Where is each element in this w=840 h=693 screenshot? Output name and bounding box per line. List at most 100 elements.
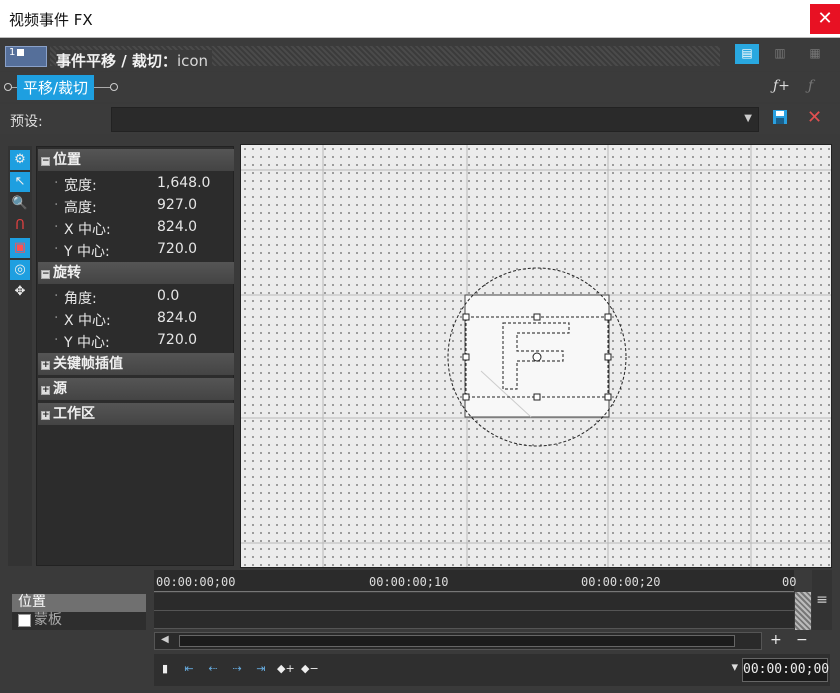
canvas-overlay [241, 145, 831, 567]
properties-panel: −位置 宽度:1,648.0 高度:927.0 X 中心:824.0 Y 中心:… [36, 146, 234, 566]
move-tool-icon[interactable]: ✥ [10, 282, 30, 302]
tool-strip: ⚙ ↖ 🔍 Ո ▣ ◎ ✥ [8, 146, 32, 566]
fx-chain-end-dot [110, 83, 118, 91]
keyframe-toolbar: ▮ ⇤ ⇠ ⇢ ⇥ ◆+ ◆− ▾ 00:00:00;00 [154, 654, 830, 686]
group-keyframe-title: 关键帧插值 [53, 356, 123, 372]
track-label-mask[interactable]: 蒙板 [12, 612, 146, 630]
preview-canvas[interactable] [240, 144, 832, 568]
track-lane-position[interactable] [154, 593, 794, 611]
group-workspace[interactable]: + 工作区 [38, 403, 234, 425]
view-grid-button[interactable]: ▦ [803, 44, 827, 64]
center-handle[interactable] [532, 352, 542, 362]
event-chip[interactable]: 1 [5, 46, 47, 67]
fx-disabled-icon[interactable]: ƒ [808, 78, 813, 94]
zoom-in-button[interactable]: + [770, 632, 782, 648]
timeline-ruler[interactable]: 00:00:00;00 00:00:00;10 00:00:00;20 00 [154, 570, 797, 592]
prop-height-value[interactable]: 927.0 [157, 197, 197, 213]
timeline-end-hatch [795, 592, 811, 630]
delete-preset-icon[interactable]: ✕ [807, 107, 822, 128]
window-title: 视频事件 FX [9, 11, 93, 29]
prop-width-value[interactable]: 1,648.0 [157, 175, 210, 191]
save-preset-icon[interactable] [772, 109, 788, 125]
preset-select[interactable]: ▼ [111, 107, 759, 132]
expand-icon[interactable]: + [41, 361, 50, 370]
track-label-position[interactable]: 位置 [12, 594, 146, 612]
prop-rot-x-center-value[interactable]: 824.0 [157, 310, 197, 326]
expand-icon[interactable]: + [41, 411, 50, 420]
group-rotation-title: 旋转 [53, 265, 81, 281]
group-source-title: 源 [53, 381, 67, 397]
group-source[interactable]: + 源 [38, 378, 234, 400]
snap-magnet-icon[interactable]: Ո [10, 216, 30, 236]
cursor-pin-icon: ▾ [731, 660, 738, 675]
prop-row-y-center[interactable]: Y 中心: 720.0 [38, 238, 234, 260]
prop-x-center-name: X 中心: [54, 219, 111, 239]
prop-row-width[interactable]: 宽度: 1,648.0 [38, 172, 234, 194]
scroll-left-icon[interactable]: ◀ [161, 634, 169, 645]
zoom-out-button[interactable]: − [796, 632, 808, 648]
prop-rot-y-center-value[interactable]: 720.0 [157, 332, 197, 348]
group-rotation[interactable]: − 旋转 [38, 262, 234, 284]
prop-angle-name: 角度: [54, 288, 97, 308]
add-keyframe-icon[interactable]: ◆+ [277, 661, 295, 677]
prop-row-angle[interactable]: 角度: 0.0 [38, 285, 234, 307]
prev-keyframe-icon[interactable]: ⇠ [205, 661, 221, 677]
settings-tool-icon[interactable]: ⚙ [10, 150, 30, 170]
scale-center-icon[interactable]: ◎ [10, 260, 30, 280]
sync-cursor-icon[interactable]: ▮ [157, 661, 173, 677]
mask-checkbox[interactable] [18, 614, 31, 627]
group-position-title: 位置 [53, 152, 81, 168]
next-keyframe-icon[interactable]: ⇢ [229, 661, 245, 677]
collapse-icon[interactable]: − [41, 157, 50, 166]
preset-row: 预设: ▼ ✕ [0, 104, 840, 134]
track-lane-mask[interactable] [154, 611, 794, 629]
prop-rot-y-center-name: Y 中心: [54, 332, 110, 352]
prop-height-name: 高度: [54, 197, 97, 217]
chevron-down-icon: ▼ [744, 113, 752, 124]
group-position[interactable]: − 位置 [38, 149, 234, 171]
header-title-main: 事件平移 / 裁切： [56, 52, 177, 70]
header-title: 事件平移 / 裁切：icon [56, 50, 213, 71]
tick-label: 00:00:00;10 [369, 575, 449, 589]
fx-header: 1 事件平移 / 裁切：icon [0, 39, 840, 71]
window-titlebar: 视频事件 FX ✕ [0, 0, 840, 38]
prop-row-rot-x-center[interactable]: X 中心: 824.0 [38, 307, 234, 329]
track-label-mask-text: 蒙板 [34, 612, 62, 628]
prop-y-center-value[interactable]: 720.0 [157, 241, 197, 257]
fx-chain-start-dot [4, 83, 12, 91]
view-split-button[interactable]: ▥ [768, 44, 792, 64]
close-button[interactable]: ✕ [810, 4, 840, 34]
pointer-tool-icon[interactable]: ↖ [10, 172, 30, 192]
prop-angle-value[interactable]: 0.0 [157, 288, 179, 304]
zoom-tool-icon[interactable]: 🔍 [10, 194, 30, 214]
collapse-icon[interactable]: − [41, 270, 50, 279]
prop-row-x-center[interactable]: X 中心: 824.0 [38, 216, 234, 238]
event-chip-icon [17, 48, 25, 56]
group-keyframe-interpolation[interactable]: + 关键帧插值 [38, 353, 234, 375]
preset-label: 预设: [10, 114, 43, 130]
lock-aspect-icon[interactable]: ▣ [10, 238, 30, 258]
scroll-thumb[interactable] [179, 635, 735, 647]
tick-label: 00 [782, 575, 797, 589]
keyframe-timeline: 00:00:00;00 00:00:00;10 00:00:00;20 00 位… [8, 570, 832, 688]
current-time-display[interactable]: 00:00:00;00 [742, 658, 829, 682]
fx-chain-row: 平移/裁切 ƒ+ ƒ [0, 72, 840, 102]
view-single-button[interactable]: ▤ [735, 44, 759, 64]
fx-tab-pan-crop[interactable]: 平移/裁切 [17, 75, 95, 100]
tick-label: 00:00:00;00 [156, 575, 236, 589]
prop-rot-x-center-name: X 中心: [54, 310, 111, 330]
delete-keyframe-icon[interactable]: ◆− [301, 661, 319, 677]
event-chip-label: 1 [9, 47, 16, 58]
header-title-suffix: icon [176, 52, 209, 70]
fx-add-icon[interactable]: ƒ+ [773, 78, 790, 94]
first-keyframe-icon[interactable]: ⇤ [181, 661, 197, 677]
timeline-menu-icon[interactable]: ≡ [812, 570, 832, 630]
tick-label: 00:00:00;20 [581, 575, 661, 589]
last-keyframe-icon[interactable]: ⇥ [253, 661, 269, 677]
prop-row-rot-y-center[interactable]: Y 中心: 720.0 [38, 329, 234, 351]
expand-icon[interactable]: + [41, 386, 50, 395]
group-workspace-title: 工作区 [53, 406, 95, 422]
prop-x-center-value[interactable]: 824.0 [157, 219, 197, 235]
prop-row-height[interactable]: 高度: 927.0 [38, 194, 234, 216]
timeline-scrollbar[interactable]: ◀ [154, 632, 762, 650]
